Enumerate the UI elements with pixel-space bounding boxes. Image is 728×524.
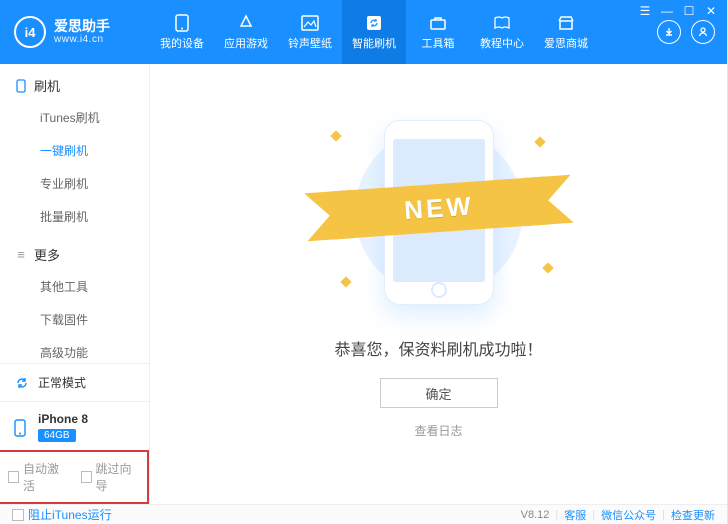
check-update-link[interactable]: 检查更新 — [671, 507, 715, 523]
sidebar-section-label: 更多 — [34, 245, 60, 264]
nav-apps[interactable]: 应用游戏 — [214, 0, 278, 64]
minimize-icon[interactable]: ― — [660, 4, 674, 18]
footer: 阻止iTunes运行 V8.12 | 客服 | 微信公众号 | 检查更新 — [0, 504, 727, 524]
phone-icon — [14, 419, 30, 435]
image-icon — [300, 14, 320, 32]
logo-icon: i4 — [14, 16, 46, 48]
header: i4 爱思助手 www.i4.cn 我的设备 应用游戏 铃声壁纸 智能刷机 工具… — [0, 0, 727, 64]
store-icon — [556, 14, 576, 32]
hero-illustration: NEW — [304, 112, 574, 312]
sidebar-item-batch-flash[interactable]: 批量刷机 — [0, 200, 149, 233]
phone-icon — [172, 14, 192, 32]
sidebar-section-more[interactable]: ≡ 更多 — [0, 233, 149, 270]
support-link[interactable]: 客服 — [564, 507, 586, 523]
sidebar-item-pro-flash[interactable]: 专业刷机 — [0, 167, 149, 200]
phone-icon — [14, 79, 28, 93]
checkbox-icon — [12, 509, 24, 521]
sidebar-item-itunes-flash[interactable]: iTunes刷机 — [0, 101, 149, 134]
apps-icon — [236, 14, 256, 32]
sidebar-section-label: 刷机 — [34, 76, 60, 95]
mode-box[interactable]: 正常模式 — [0, 363, 149, 401]
app-title: 爱思助手 — [54, 19, 110, 34]
skip-guide-checkbox[interactable]: 跳过向导 — [81, 460, 140, 494]
mode-label: 正常模式 — [38, 374, 86, 391]
sidebar-item-oneclick-flash[interactable]: 一键刷机 — [0, 134, 149, 167]
refresh-icon — [364, 14, 384, 32]
maximize-icon[interactable]: ☐ — [682, 4, 696, 18]
block-itunes-checkbox[interactable]: 阻止iTunes运行 — [12, 506, 112, 523]
options-row: 自动激活 跳过向导 — [0, 450, 149, 504]
nav-store[interactable]: 爱思商城 — [534, 0, 598, 64]
sidebar-item-other-tools[interactable]: 其他工具 — [0, 270, 149, 303]
sidebar-item-download-firmware[interactable]: 下载固件 — [0, 303, 149, 336]
nav-flash[interactable]: 智能刷机 — [342, 0, 406, 64]
wechat-link[interactable]: 微信公众号 — [601, 507, 656, 523]
sidebar-item-advanced[interactable]: 高级功能 — [0, 336, 149, 363]
window-controls: ☰ ― ☐ ✕ — [638, 4, 718, 18]
sidebar-section-flash[interactable]: 刷机 — [0, 64, 149, 101]
version-label: V8.12 — [521, 509, 550, 521]
view-log-link[interactable]: 查看日志 — [414, 422, 462, 439]
refresh-icon — [14, 375, 30, 391]
close-icon[interactable]: ✕ — [704, 4, 718, 18]
nav-toolbox[interactable]: 工具箱 — [406, 0, 470, 64]
confirm-button[interactable]: 确定 — [380, 378, 498, 408]
checkbox-icon — [81, 471, 92, 483]
nav-tutorials[interactable]: 教程中心 — [470, 0, 534, 64]
book-icon — [492, 14, 512, 32]
logo[interactable]: i4 爱思助手 www.i4.cn — [0, 0, 150, 64]
user-icon[interactable] — [691, 20, 715, 44]
success-message: 恭喜您，保资料刷机成功啦！ — [334, 336, 542, 360]
nav-ringtones[interactable]: 铃声壁纸 — [278, 0, 342, 64]
nav-my-device[interactable]: 我的设备 — [150, 0, 214, 64]
storage-badge: 64GB — [38, 429, 76, 442]
device-box[interactable]: iPhone 8 64GB — [0, 401, 149, 452]
list-icon: ≡ — [14, 247, 28, 262]
top-nav: 我的设备 应用游戏 铃声壁纸 智能刷机 工具箱 教程中心 爱思商城 — [150, 0, 607, 64]
menu-icon[interactable]: ☰ — [638, 4, 652, 18]
main-content: NEW 恭喜您，保资料刷机成功啦！ 确定 查看日志 — [150, 64, 727, 504]
app-url: www.i4.cn — [54, 34, 110, 45]
checkbox-icon — [8, 471, 19, 483]
toolbox-icon — [428, 14, 448, 32]
download-icon[interactable] — [657, 20, 681, 44]
device-name: iPhone 8 — [38, 412, 88, 426]
sidebar: 刷机 iTunes刷机 一键刷机 专业刷机 批量刷机 ≡ 更多 其他工具 下载固… — [0, 64, 150, 504]
auto-activate-checkbox[interactable]: 自动激活 — [8, 460, 67, 494]
new-ribbon: NEW — [331, 184, 546, 232]
